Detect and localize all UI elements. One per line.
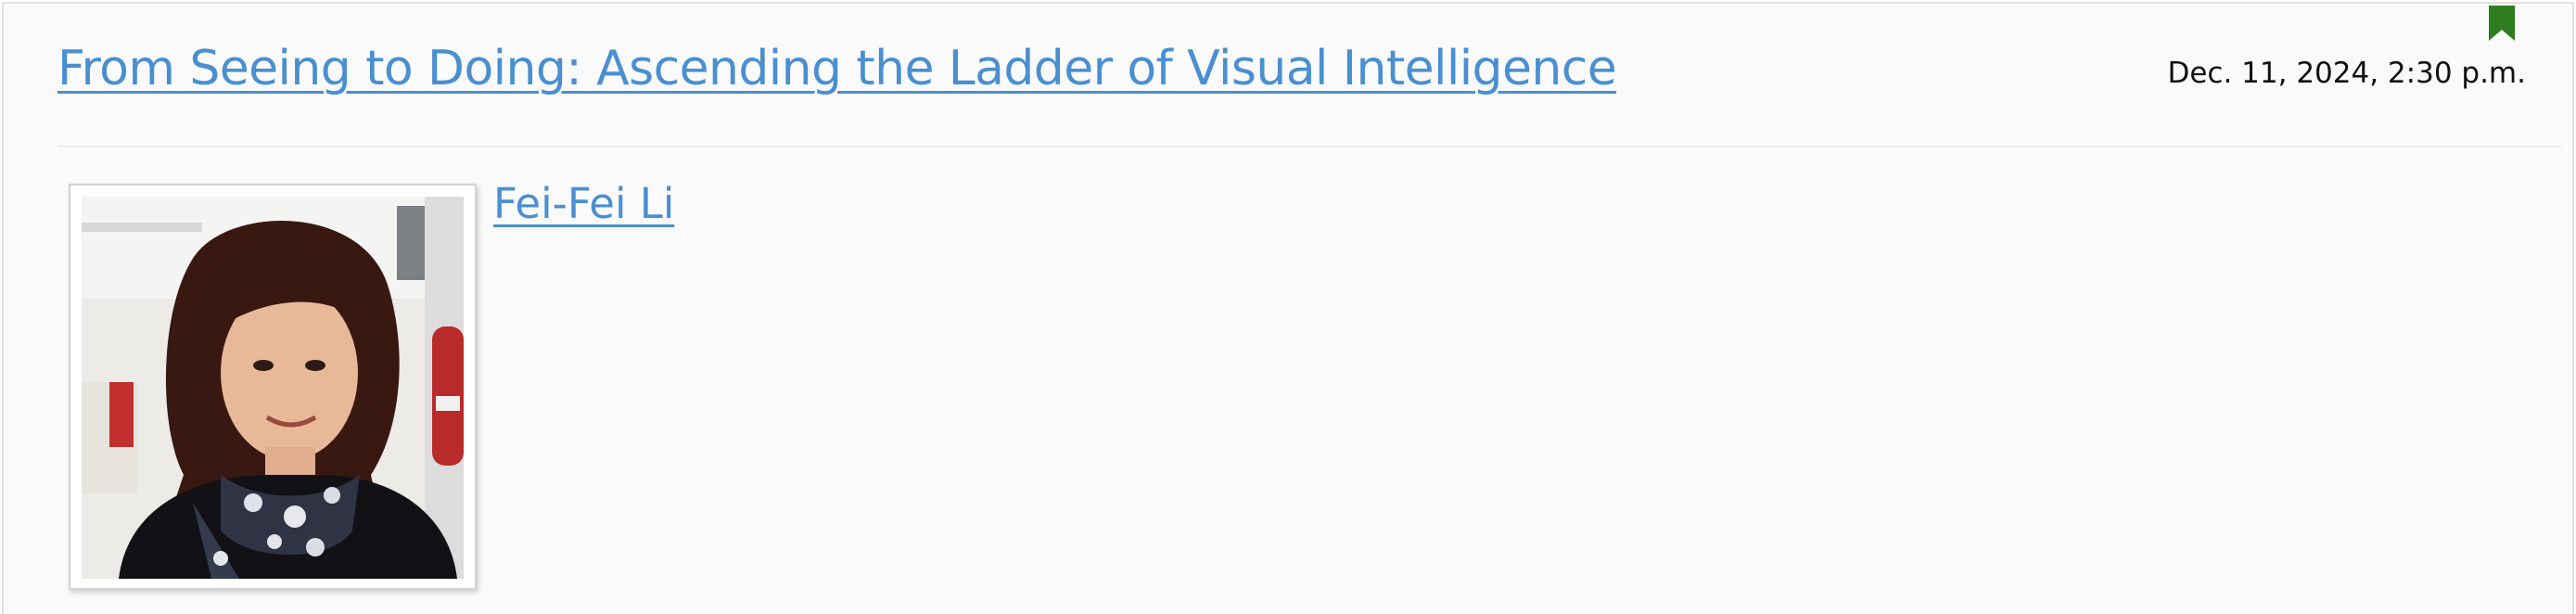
talk-title-link[interactable]: From Seeing to Doing: Ascending the Ladd… [57, 35, 1617, 102]
speaker-photo-frame [69, 184, 477, 590]
author-name-link[interactable]: Fei-Fei Li [493, 174, 674, 234]
speaker-photo [82, 197, 464, 579]
talk-card: From Seeing to Doing: Ascending the Ladd… [2, 2, 2574, 614]
header-divider [57, 146, 2561, 147]
talk-date: Dec. 11, 2024, 2:30 p.m. [2167, 57, 2526, 90]
bookmark-icon[interactable] [2489, 6, 2515, 41]
